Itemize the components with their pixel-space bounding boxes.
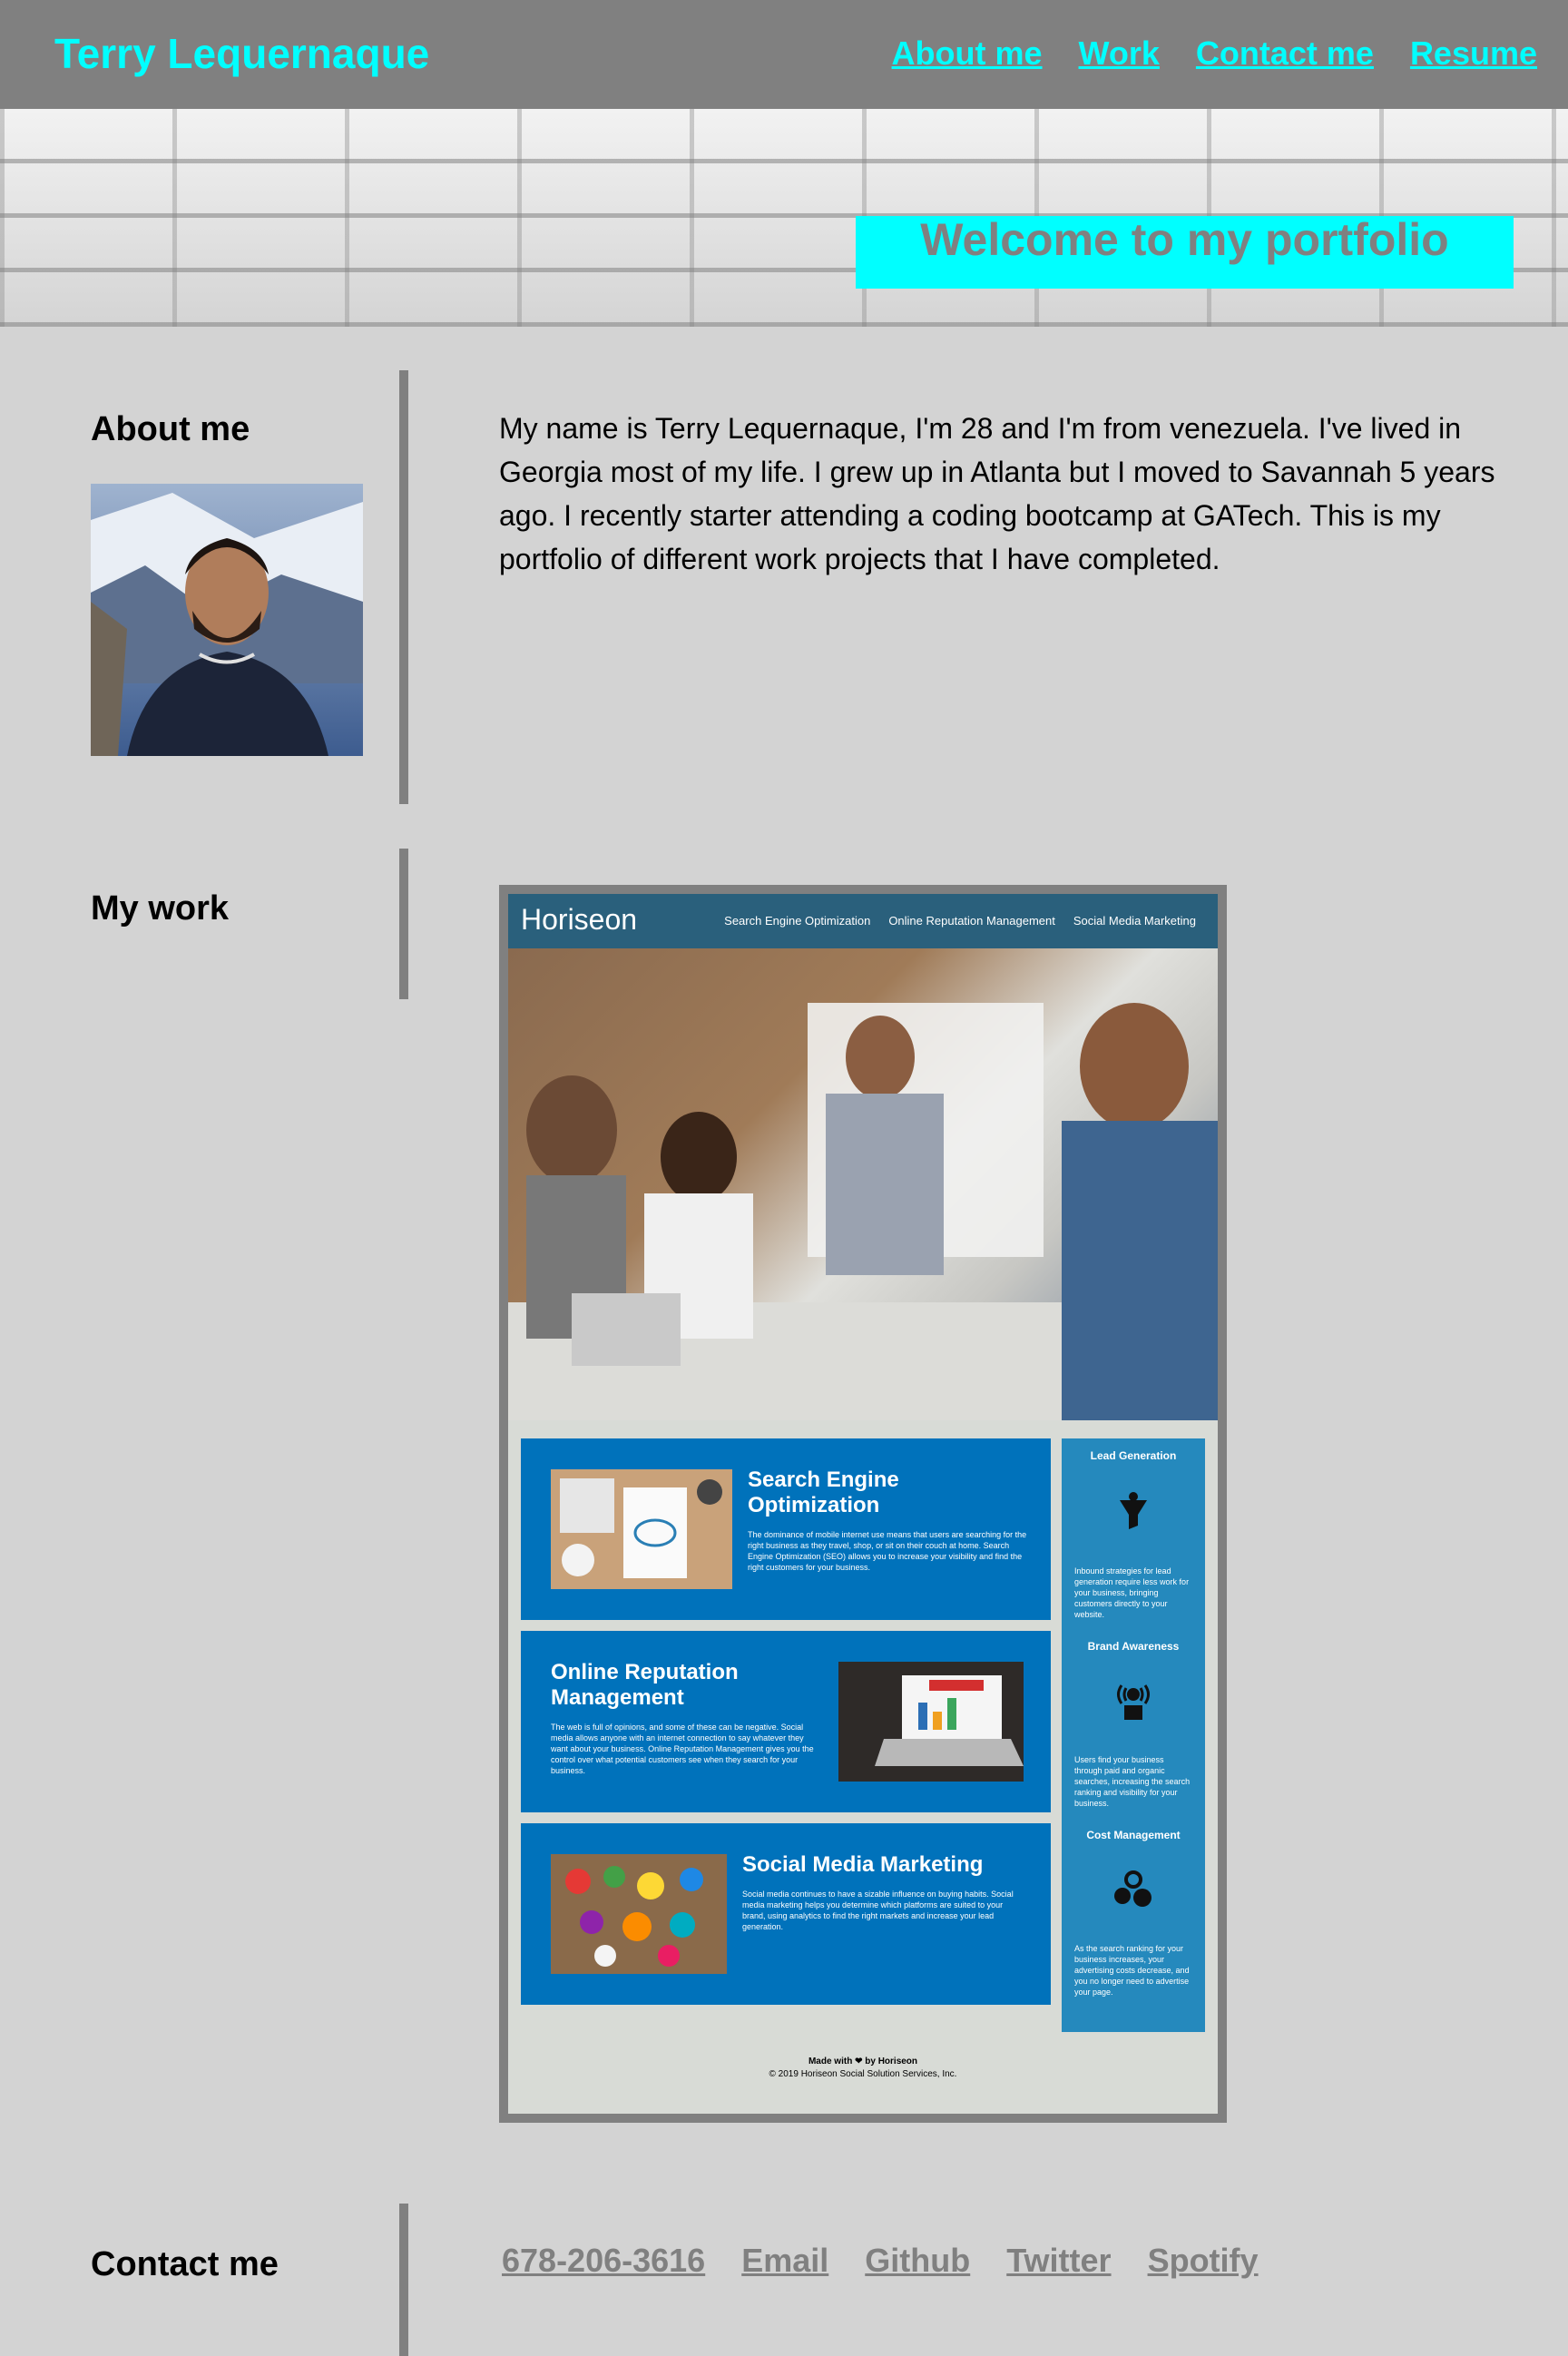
profile-photo <box>91 484 363 756</box>
smm-image <box>551 1854 727 1974</box>
project-nav: Search Engine Optimization Online Reputa… <box>724 914 1196 928</box>
about-text: My name is Terry Lequernaque, I'm 28 and… <box>499 412 1495 575</box>
project-screenshot: Horiseon Search Engine Optimization Onli… <box>508 894 1218 2114</box>
benefit-text: As the search ranking for your business … <box>1074 1944 1190 1997</box>
work-heading: My work <box>91 889 230 928</box>
contact-github-link[interactable]: Github <box>865 2242 970 2280</box>
about-heading: About me <box>91 410 250 448</box>
orm-title: Online Reputation Management <box>551 1660 739 1710</box>
about-divider <box>399 370 408 804</box>
nav-link-resume[interactable]: Resume <box>1410 34 1537 73</box>
lead-generation-icon <box>1111 1489 1156 1535</box>
smm-title: Social Media Marketing <box>742 1852 984 1877</box>
benefit-title: Lead Generation <box>1090 1449 1177 1462</box>
service-card-seo: Search Engine Optimization The dominance… <box>521 1438 1051 1620</box>
contact-links: 678-206-3616 Email Github Twitter Spotif… <box>502 2242 1259 2280</box>
benefit-title: Brand Awareness <box>1087 1640 1180 1653</box>
brand-title: Terry Lequernaque <box>54 30 430 77</box>
service-card-smm: Social Media Marketing Social media cont… <box>521 1823 1051 2005</box>
nav-link-about[interactable]: About me <box>892 34 1043 73</box>
copyright-text: © 2019 Horiseon Social Solution Services… <box>769 2069 957 2079</box>
top-navbar: Terry Lequernaque About me Work Contact … <box>0 0 1568 109</box>
project-nav-item: Search Engine Optimization <box>724 914 871 928</box>
benefit-text: Inbound strategies for lead generation r… <box>1074 1566 1190 1619</box>
orm-text: The web is full of opinions, and some of… <box>551 1723 814 1775</box>
welcome-heading: Welcome to my portfolio <box>856 216 1514 289</box>
smm-text: Social media continues to have a sizable… <box>742 1890 1014 1931</box>
contact-twitter-link[interactable]: Twitter <box>1006 2242 1111 2280</box>
nav-link-contact[interactable]: Contact me <box>1196 34 1374 73</box>
contact-spotify-link[interactable]: Spotify <box>1148 2242 1259 2280</box>
made-with-text: Made with ❤ by Horiseon <box>808 2057 918 2066</box>
service-card-orm: Online Reputation Management The web is … <box>521 1631 1051 1812</box>
project-logo: Horiseon <box>521 903 638 936</box>
project-header: Horiseon Search Engine Optimization Onli… <box>508 894 1218 948</box>
seo-text: The dominance of mobile internet use mea… <box>748 1530 1027 1572</box>
contact-divider <box>399 2204 408 2356</box>
nav-link-work[interactable]: Work <box>1079 34 1160 73</box>
cost-management-icon <box>1111 1867 1156 1912</box>
contact-phone-link[interactable]: 678-206-3616 <box>502 2242 705 2280</box>
project-nav-item: Online Reputation Management <box>888 914 1055 928</box>
benefits-sidebar: Lead Generation Inbound strategies for l… <box>1062 1438 1205 2032</box>
project-nav-item: Social Media Marketing <box>1073 914 1196 928</box>
project-footer: Made with ❤ by Horiseon © 2019 Horiseon … <box>508 2056 1218 2101</box>
seo-image <box>551 1469 732 1589</box>
contact-heading: Contact me <box>91 2245 279 2283</box>
main-nav: About me Work Contact me Resume <box>892 34 1537 73</box>
seo-title: Search Engine Optimization <box>748 1468 899 1517</box>
project-hero-image <box>508 948 1218 1420</box>
benefit-text: Users find your business through paid an… <box>1074 1755 1191 1808</box>
brand-awareness-icon <box>1111 1678 1156 1723</box>
contact-email-link[interactable]: Email <box>741 2242 828 2280</box>
work-project-link[interactable]: Horiseon Search Engine Optimization Onli… <box>499 885 1227 2123</box>
work-divider <box>399 849 408 999</box>
benefit-title: Cost Management <box>1086 1829 1181 1841</box>
orm-image <box>838 1662 1024 1782</box>
